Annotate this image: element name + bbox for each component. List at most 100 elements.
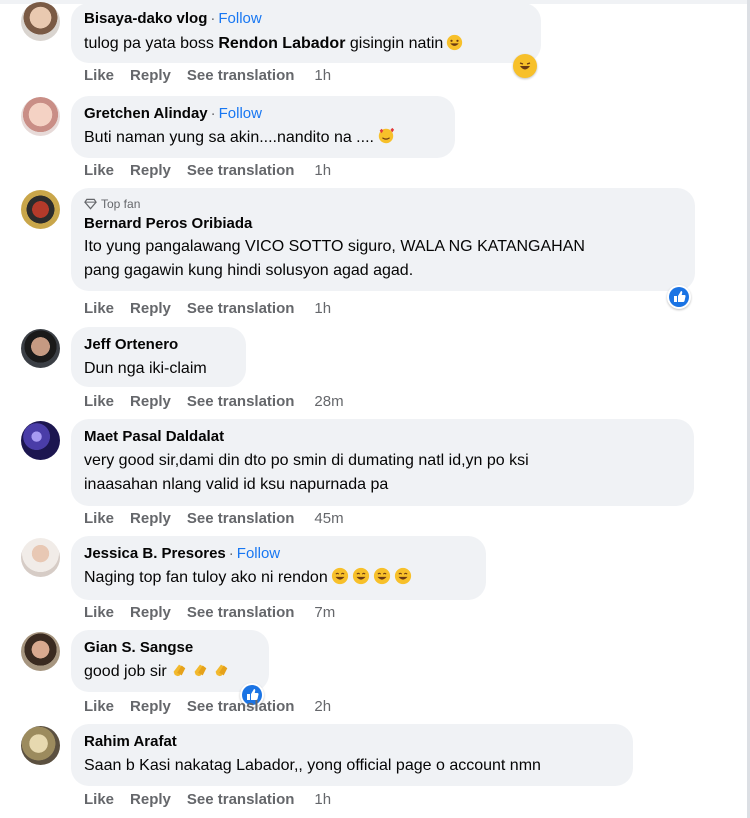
like-button[interactable]: Like — [84, 162, 114, 179]
reply-button[interactable]: Reply — [130, 698, 171, 715]
comment-bubble: Gian S. Sangse good job sir — [71, 630, 269, 692]
comment-text: good job sir — [84, 660, 255, 687]
timestamp[interactable]: 28m — [314, 393, 343, 410]
comment-text-part: Buti naman yung sa akin....nandito na ..… — [84, 129, 374, 146]
reply-button[interactable]: Reply — [130, 510, 171, 527]
diamond-icon — [84, 198, 97, 210]
see-translation-link[interactable]: See translation — [187, 604, 295, 621]
like-reaction-icon — [669, 287, 689, 307]
reaction-badge[interactable] — [513, 54, 537, 78]
comment-text: Naging top fan tuloy ako ni rendon — [84, 566, 472, 593]
comment-bubble: Jessica B. Presores · Follow Naging top fa… — [71, 536, 486, 600]
laughing-emoji-icon — [446, 34, 463, 59]
separator-dot: · — [210, 10, 216, 27]
avatar[interactable] — [21, 190, 60, 229]
avatar[interactable] — [21, 97, 60, 136]
commenter-name[interactable]: Bisaya-dako vlog — [84, 10, 207, 27]
comment-text-part: Naging top fan tuloy ako ni rendon — [84, 569, 328, 586]
separator-dot: · — [228, 545, 234, 562]
reply-button[interactable]: Reply — [130, 162, 171, 179]
like-button[interactable]: Like — [84, 300, 114, 317]
comment-bubble: Maet Pasal Daldalat very good sir,dami d… — [71, 419, 694, 506]
clapping-hands-emoji-icon — [212, 661, 230, 687]
reply-button[interactable]: Reply — [130, 67, 171, 84]
commenter-name[interactable]: Gretchen Alinday — [84, 105, 208, 122]
clapping-hands-emoji-icon — [191, 661, 209, 687]
follow-button[interactable]: Follow — [237, 545, 280, 562]
avatar[interactable] — [21, 421, 60, 460]
comment-bubble: Bisaya-dako vlog · Follow tulog pa yata bo… — [71, 3, 541, 63]
comment-actions: Like Reply See translation 45m — [84, 510, 360, 527]
comment-text-line: pang gagawin kung hindi solusyon agad ag… — [84, 262, 414, 279]
commenter-name[interactable]: Bernard Peros Oribiada — [84, 215, 252, 232]
comment-actions: Like Reply See translation 1h — [84, 300, 347, 317]
commenter-name[interactable]: Jeff Ortenero — [84, 336, 178, 353]
avatar[interactable] — [21, 726, 60, 765]
commenter-name[interactable]: Gian S. Sangse — [84, 639, 193, 656]
comment-text-part: gisingin natin — [345, 35, 444, 52]
reply-button[interactable]: Reply — [130, 300, 171, 317]
comment-text: tulog pa yata boss Rendon Labador gising… — [84, 32, 527, 59]
like-button[interactable]: Like — [84, 67, 114, 84]
grinning-emoji-icon — [373, 567, 391, 593]
commenter-name[interactable]: Rahim Arafat — [84, 733, 177, 750]
avatar[interactable] — [21, 329, 60, 368]
comment-actions: Like Reply See translation 28m — [84, 393, 360, 410]
clapping-hands-emoji-icon — [170, 661, 188, 687]
top-fan-badge: Top fan — [84, 197, 681, 211]
mention-link[interactable]: Rendon Labador — [218, 35, 345, 52]
grinning-emoji-icon — [394, 567, 412, 593]
avatar[interactable] — [21, 2, 60, 41]
timestamp[interactable]: 7m — [314, 604, 335, 621]
commenter-name[interactable]: Jessica B. Presores — [84, 545, 226, 562]
avatar[interactable] — [21, 538, 60, 577]
follow-button[interactable]: Follow — [219, 105, 262, 122]
comment-text-part: tulog pa yata boss — [84, 35, 219, 52]
smiling-hearts-emoji-icon — [377, 127, 395, 153]
see-translation-link[interactable]: See translation — [187, 791, 295, 808]
timestamp[interactable]: 2h — [314, 698, 331, 715]
comment-bubble: Gretchen Alinday · Follow Buti naman yung … — [71, 96, 455, 158]
like-button[interactable]: Like — [84, 510, 114, 527]
grinning-emoji-icon — [331, 567, 349, 593]
comment-text-line: Ito yung pangalawang VICO SOTTO siguro, … — [84, 238, 585, 255]
like-button[interactable]: Like — [84, 393, 114, 410]
comment-actions: Like Reply See translation 1h — [84, 67, 347, 84]
grinning-emoji-icon — [352, 567, 370, 593]
reaction-badge[interactable] — [667, 285, 691, 309]
comment-bubble: Rahim Arafat Saan b Kasi nakatag Labador… — [71, 724, 633, 786]
reply-button[interactable]: Reply — [130, 604, 171, 621]
follow-button[interactable]: Follow — [218, 10, 261, 27]
comment-actions: Like Reply See translation 2h — [84, 698, 347, 715]
timestamp[interactable]: 1h — [314, 162, 331, 179]
see-translation-link[interactable]: See translation — [187, 698, 295, 715]
avatar[interactable] — [21, 632, 60, 671]
top-fan-label: Top fan — [101, 197, 141, 211]
comment-text-part: good job sir — [84, 663, 167, 680]
comment-actions: Like Reply See translation 1h — [84, 791, 347, 808]
comment-actions: Like Reply See translation 1h — [84, 162, 347, 179]
like-button[interactable]: Like — [84, 604, 114, 621]
comment-text: Dun nga iki-claim — [84, 360, 207, 377]
haha-reaction-icon — [516, 57, 534, 75]
comment-actions: Like Reply See translation 7m — [84, 604, 351, 621]
see-translation-link[interactable]: See translation — [187, 510, 295, 527]
see-translation-link[interactable]: See translation — [187, 393, 295, 410]
comment-text-line: very good sir,dami din dto po smin di du… — [84, 452, 529, 469]
comment-text: Buti naman yung sa akin....nandito na ..… — [84, 126, 441, 153]
see-translation-link[interactable]: See translation — [187, 300, 295, 317]
see-translation-link[interactable]: See translation — [187, 67, 295, 84]
see-translation-link[interactable]: See translation — [187, 162, 295, 179]
comment-text-line: inaasahan nlang valid id ksu napurnada p… — [84, 476, 389, 493]
reply-button[interactable]: Reply — [130, 791, 171, 808]
timestamp[interactable]: 1h — [314, 67, 331, 84]
like-button[interactable]: Like — [84, 791, 114, 808]
separator-dot: · — [210, 105, 216, 122]
like-button[interactable]: Like — [84, 698, 114, 715]
comment-bubble: Jeff Ortenero Dun nga iki-claim — [71, 327, 246, 387]
reply-button[interactable]: Reply — [130, 393, 171, 410]
timestamp[interactable]: 1h — [314, 791, 331, 808]
timestamp[interactable]: 45m — [314, 510, 343, 527]
commenter-name[interactable]: Maet Pasal Daldalat — [84, 428, 224, 445]
timestamp[interactable]: 1h — [314, 300, 331, 317]
